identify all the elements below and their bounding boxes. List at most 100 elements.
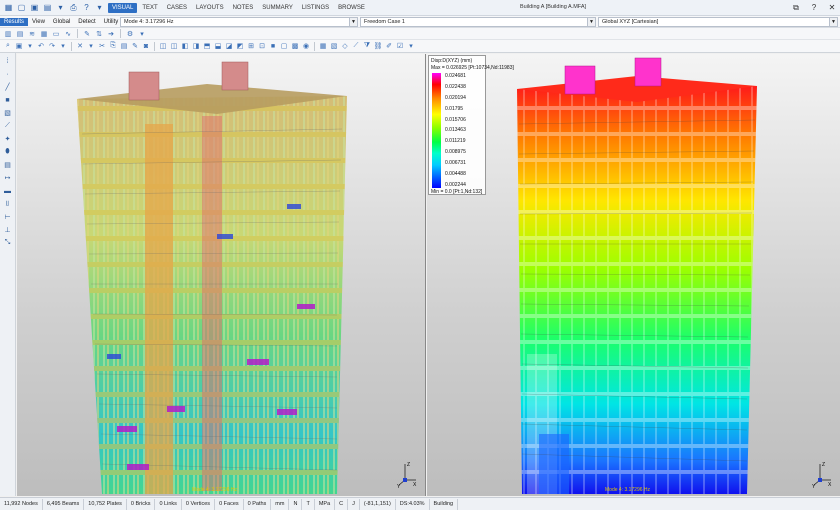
view-iso2-icon[interactable]: ◩ [235,41,245,51]
arrow-icon[interactable]: ↦ [3,173,13,183]
coordinate-system-select[interactable]: Global XYZ [Cartesian] ▼ [598,17,838,27]
view-back-icon[interactable]: ◫ [169,41,179,51]
save-icon[interactable]: ▣ [29,2,40,13]
binoculars-icon[interactable]: ⌕ [3,41,13,51]
chevron-down-icon[interactable]: ▼ [587,18,595,26]
table-icon[interactable]: ▤ [3,160,13,170]
line-icon[interactable]: ╱ [3,82,13,92]
beam-icon[interactable]: ⟋ [351,41,361,51]
viewport-left[interactable]: Mode 4: 3.17296 Hz Z Y X [17,54,426,496]
view-left-icon[interactable]: ◧ [180,41,190,51]
check-icon[interactable]: ☑ [395,41,405,51]
mesh-icon[interactable]: ▧ [329,41,339,51]
cylinder-icon[interactable]: ⬮ [3,147,13,157]
window-icon[interactable]: ▤ [42,2,53,13]
legend-min: Min = 0.0 [Pt:1,Nd:132] [431,189,483,195]
tab-text[interactable]: TEXT [138,3,161,13]
grid-dots-icon[interactable]: ⁞ [3,56,13,66]
restore-icon[interactable]: ⧉ [790,2,802,13]
plate-icon[interactable]: ▭ [51,29,61,39]
mode-select[interactable]: Mode 4: 3.17296 Hz ▼ [120,17,358,27]
brick-icon[interactable]: ▧ [3,108,13,118]
axis-x-label: X [413,482,417,488]
tab-visual[interactable]: VISUAL [108,2,138,13]
view-iso-icon[interactable]: ◪ [224,41,234,51]
dropdown-icon[interactable]: ▾ [137,29,147,39]
close-icon[interactable]: ✕ [826,2,838,13]
link-icon[interactable]: ⛓ [373,41,383,51]
view-top-icon[interactable]: ⬒ [202,41,212,51]
menu-global[interactable]: Global [49,18,74,26]
zoom-window-icon[interactable]: ⊡ [257,41,267,51]
chevron-down-icon[interactable]: ▼ [829,18,837,26]
dropdown-icon[interactable]: ▾ [55,2,66,13]
redo-icon[interactable]: ↷ [47,41,57,51]
view-front-icon[interactable]: ◫ [158,41,168,51]
menu-detect[interactable]: Detect [74,18,99,26]
building-model-left[interactable] [17,54,426,496]
color-scale-icon[interactable]: ▥ [3,29,13,39]
building-model-right[interactable] [427,54,840,496]
dropdown-icon[interactable]: ▾ [406,41,416,51]
legend-tick-label: 0.022438 [445,83,466,90]
toolbar-row-2: ⌕ ▣ ▾ ↶ ↷ ▾ ✕ ▾ ✂ ⎘ ▤ ✎ ◙ ◫ ◫ ◧ ◨ ⬒ ⬓ ◪ … [0,40,840,53]
arrow-icon[interactable]: ➔ [106,29,116,39]
node-icon[interactable]: ◇ [340,41,350,51]
orbit-icon[interactable]: ◉ [301,41,311,51]
dropdown-icon[interactable]: ▾ [94,2,105,13]
translate-icon[interactable]: ⤡ [3,238,13,248]
layers-icon[interactable]: ▩ [290,41,300,51]
copy-icon[interactable]: ⎘ [108,41,118,51]
table-icon[interactable]: ▦ [39,29,49,39]
select-icon[interactable]: ▣ [14,41,24,51]
point-icon[interactable]: · [3,69,13,79]
tab-summary[interactable]: SUMMARY [258,3,297,13]
contour-icon[interactable]: ▤ [15,29,25,39]
node-icon[interactable]: ✦ [3,134,13,144]
help-icon[interactable]: ? [81,2,92,13]
menu-view[interactable]: View [28,18,49,26]
shade-icon[interactable]: ■ [268,41,278,51]
section-icon[interactable]: ⊢ [3,212,13,222]
curve-icon[interactable]: ∿ [63,29,73,39]
tab-notes[interactable]: NOTES [229,3,258,13]
load-icon[interactable]: ⫫ [3,199,13,209]
settings-icon[interactable]: ⚙ [125,29,135,39]
grid-icon[interactable]: ▦ [318,41,328,51]
tab-cases[interactable]: CASES [163,3,191,13]
paste-icon[interactable]: ▤ [119,41,129,51]
delete-icon[interactable]: ✕ [75,41,85,51]
beam-icon[interactable]: ▬ [3,186,13,196]
support-icon[interactable]: ⊥ [3,225,13,235]
menu-results[interactable]: Results [0,17,29,26]
tab-layouts[interactable]: LAYOUTS [192,3,228,13]
view-right-icon[interactable]: ◨ [191,41,201,51]
dropdown-icon[interactable]: ▾ [25,41,35,51]
tab-browse[interactable]: BROWSE [334,3,369,13]
measure-icon[interactable]: ✐ [384,41,394,51]
viewport-right[interactable]: Disp:D(XYZ) (mm) Max = 0.026925 [Pt:1073… [427,54,840,496]
cut-icon[interactable]: ✂ [97,41,107,51]
undo-icon[interactable]: ↶ [36,41,46,51]
dropdown-icon[interactable]: ▾ [86,41,96,51]
view-bottom-icon[interactable]: ⬓ [213,41,223,51]
deform-icon[interactable]: ⇅ [94,29,104,39]
animate-icon[interactable]: ✎ [82,29,92,39]
new-file-icon[interactable]: ▢ [16,2,27,13]
paint-icon[interactable]: ✎ [130,41,140,51]
filter-icon[interactable]: ⧩ [362,41,372,51]
help-icon[interactable]: ? [808,2,820,13]
plate-icon[interactable]: ■ [3,95,13,105]
wireframe-icon[interactable]: ▢ [279,41,289,51]
chevron-down-icon[interactable]: ▼ [349,18,357,26]
wave-icon[interactable]: ≋ [27,29,37,39]
print-icon[interactable]: ⎙ [68,2,79,13]
app-menu-icon[interactable]: ▦ [3,2,14,13]
link-icon[interactable]: ⟋ [3,121,13,131]
menu-utility[interactable]: Utility [100,18,123,26]
zoom-fit-icon[interactable]: ⊞ [246,41,256,51]
tab-listings[interactable]: LISTINGS [298,3,333,13]
dropdown-icon[interactable]: ▾ [58,41,68,51]
case-select[interactable]: Freedom Case 1 ▼ [360,17,596,27]
camera-icon[interactable]: ◙ [141,41,151,51]
